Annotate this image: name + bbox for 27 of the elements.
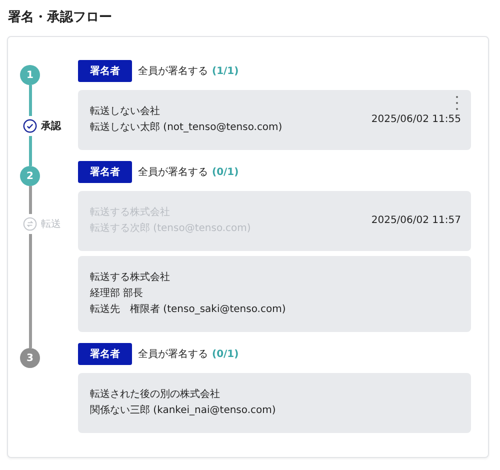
signed-count: (1/1) [212,66,239,76]
arrows-circle-icon [23,216,37,230]
signer-text: 転送する株式会社 [90,270,171,285]
signer-text: 関係ない三郎 (kankei_nai@tenso.com) [90,404,277,418]
check-circle-icon [23,118,37,132]
signer-text: 転送しない会社 [90,104,161,119]
signed-count: (0/1) [212,348,239,360]
more-icon[interactable] [454,96,460,110]
section-title: 署名・承認フロー [8,9,113,26]
rule-text: 全員が署名する [138,348,208,361]
step-number: 3 [20,348,40,368]
role-badge: 署名者 [78,343,132,365]
status-label: 承認 [41,120,61,132]
rule-text: 全員が署名する [138,166,208,179]
signer-text: 転送しない太郎 (not_tenso@tenso.com) [90,120,284,135]
rule-text: 全員が署名する [138,64,208,78]
role-badge: 署名者 [78,161,132,183]
role-badge: 署名者 [78,60,132,82]
step-number: 1 [20,65,40,85]
signer-text: 経理部 部長 [90,286,144,301]
signer-text: 転送先 権限者 (tenso_saki@tenso.com) [90,302,287,317]
signed-count: (0/1) [212,166,239,178]
signer-text: 転送された後の別の株式会社 [90,388,221,402]
step-number: 2 [20,166,40,186]
timestamp: 2025/06/02 11:55 [371,113,461,127]
timestamp: 2025/06/02 11:57 [371,214,461,228]
status-label: 転送 [41,218,61,230]
